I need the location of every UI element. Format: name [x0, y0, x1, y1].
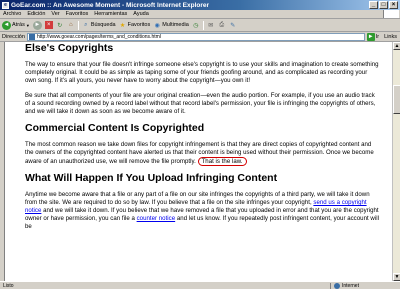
- go-arrow-icon: ►: [366, 32, 375, 41]
- media-button[interactable]: ◉ Multimedia: [153, 21, 189, 29]
- paragraph: Anytime we become aware that a file or a…: [25, 191, 379, 231]
- paragraph: The most common reason we take down file…: [25, 141, 379, 166]
- title-bar: e GoEar.com :: An Awesome Moment - Micro…: [0, 0, 400, 10]
- window-title: GoEar.com :: An Awesome Moment - Microso…: [11, 1, 210, 9]
- address-url: http://www.goear.com/pages/terms_and_con…: [36, 33, 161, 40]
- back-label: Atrás: [12, 22, 25, 28]
- mail-button[interactable]: ✉: [207, 21, 215, 29]
- mail-icon: ✉: [208, 22, 214, 29]
- forward-button[interactable]: ►: [32, 20, 42, 30]
- address-bar: Dirección http://www.goear.com/pages/ter…: [0, 32, 400, 42]
- media-label: Multimedia: [162, 22, 189, 28]
- edit-button[interactable]: ✎: [229, 21, 237, 29]
- zone-label: Internet: [342, 282, 359, 289]
- refresh-icon: ↻: [57, 22, 63, 29]
- section-heading: Else's Copyrights: [25, 42, 114, 54]
- dropdown-arrow-icon: ▼: [25, 22, 30, 28]
- edit-icon: ✎: [230, 22, 236, 29]
- globe-icon: [334, 282, 340, 289]
- page-content: Else's Copyrights The way to ensure that…: [5, 43, 383, 231]
- forward-arrow-icon: ►: [32, 20, 42, 30]
- print-icon: ⎙: [219, 21, 225, 28]
- page-icon: [28, 33, 35, 40]
- minimize-button[interactable]: _: [369, 1, 378, 9]
- history-button[interactable]: ◷: [192, 21, 200, 29]
- home-button[interactable]: ⌂: [67, 21, 75, 29]
- media-icon: ◉: [154, 22, 160, 29]
- address-input[interactable]: http://www.goear.com/pages/terms_and_con…: [26, 32, 365, 41]
- security-zone: Internet: [330, 282, 400, 289]
- history-icon: ◷: [193, 22, 199, 29]
- scrollbar-thumb[interactable]: [393, 85, 400, 114]
- links-label[interactable]: Links: [381, 34, 400, 40]
- go-button[interactable]: ► Ir: [366, 32, 380, 41]
- stop-button[interactable]: ×: [44, 21, 53, 29]
- menu-ayuda[interactable]: Ayuda: [133, 11, 149, 17]
- section-heading: What Will Happen If You Upload Infringin…: [25, 172, 278, 184]
- refresh-button[interactable]: ↻: [56, 21, 64, 29]
- favorites-button[interactable]: ★ Favoritos: [119, 21, 151, 29]
- status-text: Listo: [3, 282, 14, 289]
- counter-notice-link[interactable]: counter notice: [137, 215, 176, 222]
- search-icon: ⌕: [84, 21, 88, 28]
- scroll-down-button[interactable]: ▼: [393, 273, 400, 281]
- menu-favoritos[interactable]: Favoritos: [66, 11, 89, 17]
- toolbar: ◄ Atrás ▼ ► × ↻ ⌂ ⌕ Búsqueda ★ Favoritos…: [0, 19, 400, 32]
- menu-bar: Archivo Edición Ver Favoritos Herramient…: [0, 10, 400, 19]
- go-label: Ir: [375, 33, 380, 40]
- windows-logo-icon: [383, 10, 399, 18]
- page-viewport[interactable]: Else's Copyrights The way to ensure that…: [4, 42, 392, 281]
- stop-icon: ×: [44, 21, 53, 29]
- back-arrow-icon: ◄: [2, 20, 11, 30]
- menu-ver[interactable]: Ver: [51, 11, 59, 17]
- maximize-button[interactable]: □: [379, 1, 388, 9]
- menu-archivo[interactable]: Archivo: [3, 11, 21, 17]
- window-controls: _ □ ×: [369, 1, 398, 9]
- highlighted-text: That is the law.: [197, 157, 247, 166]
- print-button[interactable]: ⎙: [218, 21, 226, 29]
- back-button[interactable]: ◄ Atrás ▼: [2, 20, 30, 30]
- close-button[interactable]: ×: [389, 1, 398, 9]
- search-button[interactable]: ⌕ Búsqueda: [82, 21, 116, 29]
- vertical-scrollbar[interactable]: ▲ ▼: [392, 42, 400, 281]
- paragraph: The way to ensure that your file doesn't…: [25, 61, 379, 84]
- menu-edicion[interactable]: Edición: [27, 11, 45, 17]
- favorites-label: Favoritos: [127, 22, 151, 28]
- section-heading: Commercial Content Is Copyrighted: [25, 122, 205, 134]
- search-label: Búsqueda: [90, 22, 116, 28]
- ie-logo-icon: e: [2, 1, 9, 9]
- menu-herramientas[interactable]: Herramientas: [94, 11, 127, 17]
- address-label: Dirección: [2, 33, 25, 40]
- home-icon: ⌂: [69, 22, 73, 28]
- status-bar: Listo Internet: [0, 281, 400, 289]
- scroll-up-button[interactable]: ▲: [393, 42, 400, 50]
- star-icon: ★: [119, 22, 126, 29]
- paragraph: Be sure that all components of your file…: [25, 92, 376, 115]
